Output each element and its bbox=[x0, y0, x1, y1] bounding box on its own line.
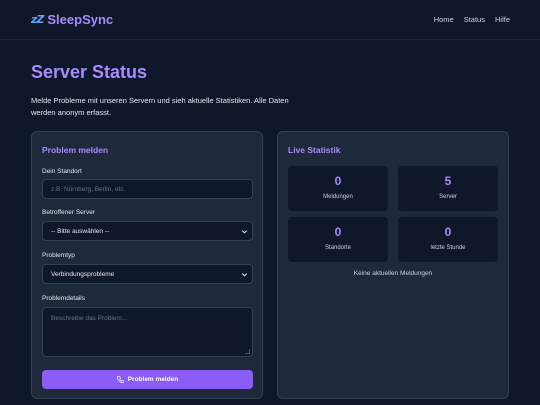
server-select[interactable]: -- Bitte auswählen -- bbox=[42, 221, 253, 241]
phone-icon bbox=[116, 376, 124, 383]
stat-locations: 0 Standorte bbox=[288, 217, 388, 262]
server-label: Betroffener Server bbox=[42, 209, 95, 216]
stat-last-hour: 0 letzte Stunde bbox=[398, 217, 498, 262]
details-placeholder: Beschreibe das Problem... bbox=[51, 315, 128, 322]
location-label: Dein Standort bbox=[42, 168, 82, 175]
page-title: Server Status bbox=[31, 62, 148, 82]
no-reports-message: Keine aktuellen Meldungen bbox=[353, 270, 433, 277]
stat-last-hour-value: 0 bbox=[444, 225, 452, 239]
nav-home-link[interactable]: Home bbox=[434, 15, 454, 24]
stats-card-title: Live Statistik bbox=[288, 145, 341, 155]
report-problem-card: Problem melden Dein Standort z.B. Nürnbe… bbox=[31, 131, 263, 399]
brand[interactable]: zZ SleepSync bbox=[31, 12, 113, 27]
nav-help-link[interactable]: Hilfe bbox=[495, 15, 510, 24]
chevron-down-icon bbox=[241, 230, 248, 234]
problem-type-select[interactable]: Verbindungsprobleme bbox=[42, 264, 253, 284]
stat-servers-value: 5 bbox=[444, 174, 452, 188]
stat-servers: 5 Server bbox=[398, 166, 498, 211]
top-nav-bar: zZ SleepSync Home Status Hilfe bbox=[0, 0, 540, 40]
zzz-icon: zZ bbox=[31, 13, 44, 26]
stat-servers-label: Server bbox=[439, 194, 457, 200]
live-stats-card: Live Statistik 0 Meldungen 5 Server 0 St… bbox=[277, 131, 509, 399]
problem-type-value: Verbindungsprobleme bbox=[51, 270, 115, 278]
stat-reports: 0 Meldungen bbox=[288, 166, 388, 211]
stat-reports-value: 0 bbox=[334, 174, 342, 188]
brand-name: SleepSync bbox=[47, 12, 114, 27]
stat-locations-label: Standorte bbox=[324, 245, 352, 251]
report-card-title: Problem melden bbox=[42, 145, 109, 155]
details-label: Problemdetails bbox=[42, 295, 85, 302]
resize-grip-icon[interactable] bbox=[245, 349, 250, 354]
stat-reports-label: Meldungen bbox=[323, 194, 353, 200]
nav-links: Home Status Hilfe bbox=[434, 15, 510, 24]
server-select-value: -- Bitte auswählen -- bbox=[51, 227, 110, 235]
location-input[interactable]: z.B. Nürnberg, Berlin, etc. bbox=[42, 179, 253, 199]
page-description: Melde Probleme mit unseren Servern und s… bbox=[31, 96, 289, 117]
chevron-down-icon bbox=[241, 273, 248, 277]
nav-status-link[interactable]: Status bbox=[464, 15, 485, 24]
stat-last-hour-label: letzte Stunde bbox=[430, 245, 466, 251]
submit-report-button[interactable]: Problem melden bbox=[42, 370, 253, 389]
problem-type-label: Problemtyp bbox=[42, 252, 75, 259]
submit-report-label: Problem melden bbox=[127, 376, 179, 383]
stat-locations-value: 0 bbox=[334, 225, 342, 239]
details-textarea[interactable]: Beschreibe das Problem... bbox=[42, 307, 253, 357]
